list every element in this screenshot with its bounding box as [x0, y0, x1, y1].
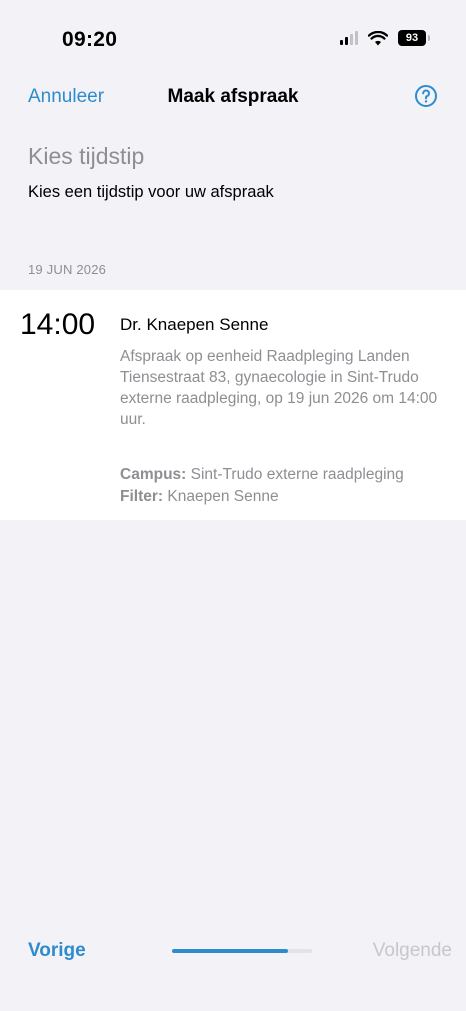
cancel-button[interactable]: Annuleer: [28, 86, 104, 108]
slot-filter: Filter: Knaepen Senne: [120, 488, 460, 506]
footer-navigation: Vorige Volgende: [0, 930, 466, 970]
slot-time: 14:00: [20, 308, 96, 341]
navigation-bar: Annuleer Maak afspraak: [0, 78, 466, 118]
time-slot-card[interactable]: 14:00 Dr. Knaepen Senne Afspraak op eenh…: [0, 290, 466, 520]
question-circle-icon: [415, 85, 437, 107]
date-header: 19 JUN 2026: [28, 262, 107, 277]
status-icons: 93: [340, 30, 430, 46]
progress-bar: [172, 949, 312, 953]
campus-value: Sint-Trudo externe raadpleging: [190, 466, 404, 483]
status-time: 09:20: [62, 28, 118, 51]
campus-label: Campus:: [120, 466, 187, 483]
battery-icon: 93: [398, 30, 430, 46]
previous-button[interactable]: Vorige: [28, 940, 86, 962]
status-bar: 09:20 93: [0, 0, 466, 80]
wifi-icon: [368, 30, 388, 45]
section-subtitle: Kies een tijdstip voor uw afspraak: [28, 183, 274, 201]
progress-fill: [172, 949, 289, 953]
battery-level: 93: [405, 32, 419, 44]
section-title: Kies tijdstip: [28, 143, 145, 169]
filter-label: Filter:: [120, 488, 164, 505]
next-button[interactable]: Volgende: [373, 940, 452, 962]
slot-doctor: Dr. Knaepen Senne: [120, 315, 269, 334]
filter-value: Knaepen Senne: [167, 488, 279, 505]
slot-campus: Campus: Sint-Trudo externe raadpleging: [120, 466, 460, 484]
cellular-signal-icon: [340, 31, 358, 45]
slot-description: Afspraak op eenheid Raadpleging Landen T…: [120, 348, 438, 428]
help-button[interactable]: [414, 84, 438, 108]
